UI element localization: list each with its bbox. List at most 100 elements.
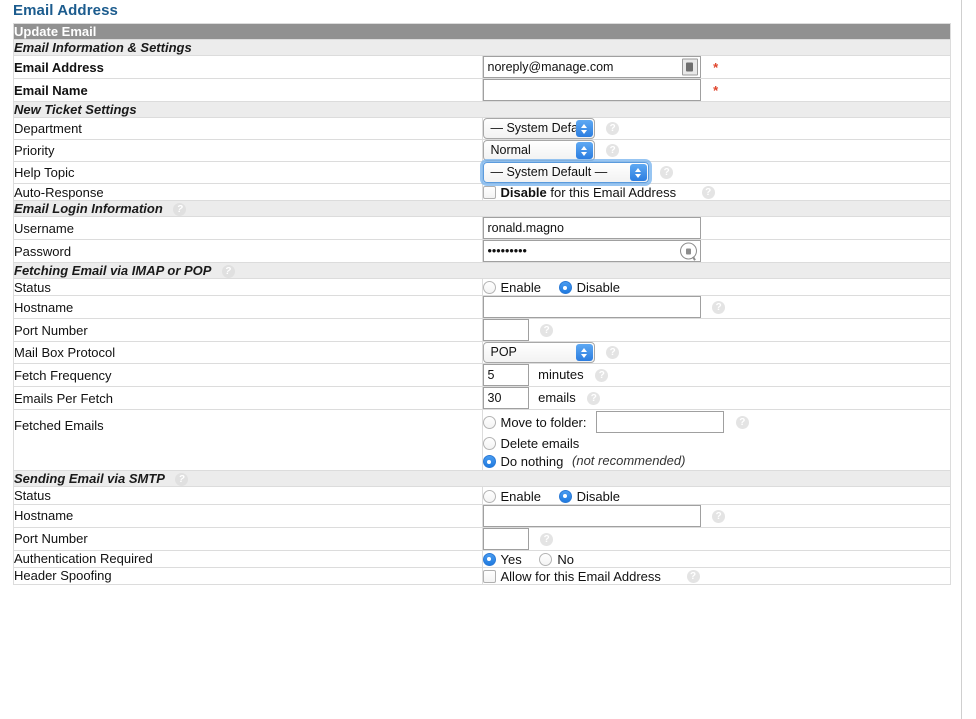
fetched-emails-radio-group: Move to folder: ? Delete emails Do nothi… <box>482 410 951 470</box>
fetched-emails-nothing-option[interactable]: Do nothing (not recommended) <box>482 452 951 470</box>
header-spoofing-checkbox-group[interactable]: Allow for this Email Address <box>482 569 675 584</box>
section-fetching-email: Fetching Email via IMAP or POP ? <box>13 262 951 280</box>
chevron-updown-icon <box>629 164 647 181</box>
fetched-emails-delete-radio[interactable] <box>482 437 496 451</box>
help-icon[interactable]: ? <box>606 122 620 135</box>
row-fetched-emails: Fetched Emails Move to folder: ? Delete … <box>13 409 951 472</box>
help-icon[interactable]: ? <box>595 369 609 383</box>
fetch-frequency-input[interactable] <box>482 364 529 387</box>
fetch-status-disable-label: Disable <box>576 280 620 296</box>
help-icon[interactable]: ? <box>712 301 726 315</box>
fetched-emails-nothing-radio[interactable] <box>482 455 496 469</box>
row-help-topic: Help Topic — System Default — ? <box>13 161 951 184</box>
fetch-frequency-unit: minutes <box>538 367 584 383</box>
fetch-status-enable-label: Enable <box>500 280 541 296</box>
username-input[interactable] <box>482 217 701 240</box>
row-smtp-status: Status Enable Disable <box>13 486 951 505</box>
auto-response-text-bold: Disable <box>500 185 547 201</box>
mailbox-protocol-select[interactable]: POP <box>482 342 595 364</box>
help-icon[interactable]: ? <box>175 473 189 487</box>
fetched-emails-delete-option[interactable]: Delete emails <box>482 434 951 452</box>
fetch-status-disable-radio[interactable] <box>558 281 572 295</box>
help-icon[interactable]: ? <box>221 265 235 279</box>
email-name-input[interactable] <box>482 79 701 101</box>
section-sending-email-smtp: Sending Email via SMTP ? <box>13 470 951 488</box>
password-input[interactable] <box>482 240 701 263</box>
auth-required-no-option[interactable]: No <box>539 552 588 567</box>
contact-card-icon[interactable] <box>681 58 698 76</box>
section-email-information: Email Information & Settings <box>13 39 951 56</box>
email-address-input[interactable] <box>482 56 701 78</box>
section-email-login-information: Email Login Information ? <box>13 200 951 218</box>
smtp-status-enable-option[interactable]: Enable <box>482 489 555 504</box>
section-new-ticket-settings-label: New Ticket Settings <box>14 102 137 117</box>
section-new-ticket-settings: New Ticket Settings <box>13 101 951 118</box>
section-email-information-label: Email Information & Settings <box>14 40 192 55</box>
email-address-page: Email Address Update Email Email Informa… <box>0 0 962 719</box>
help-icon[interactable]: ? <box>173 203 187 217</box>
emails-per-fetch-input[interactable] <box>482 387 529 410</box>
fetch-status-enable-radio[interactable] <box>482 281 496 295</box>
auth-required-yes-radio[interactable] <box>482 552 496 566</box>
fetch-status-enable-option[interactable]: Enable <box>482 280 555 296</box>
help-icon[interactable]: ? <box>587 392 601 406</box>
smtp-status-enable-radio[interactable] <box>482 489 496 503</box>
section-fetching-email-label: Fetching Email via IMAP or POP <box>14 263 211 279</box>
help-icon[interactable]: ? <box>701 186 715 200</box>
auth-required-no-label: No <box>557 551 574 567</box>
fetch-hostname-input[interactable] <box>482 296 701 319</box>
fetch-port-input[interactable] <box>482 319 529 342</box>
help-icon[interactable]: ? <box>606 144 620 157</box>
username-label: Username <box>13 216 483 241</box>
smtp-status-disable-label: Disable <box>576 488 620 504</box>
auth-required-no-radio[interactable] <box>539 552 553 566</box>
move-to-folder-input[interactable] <box>596 411 725 434</box>
row-email-name: Email Name * <box>13 78 951 102</box>
fetched-emails-move-option[interactable]: Move to folder: ? <box>482 410 951 434</box>
auto-response-checkbox[interactable] <box>482 186 496 200</box>
panel-header-label: Update Email <box>14 24 97 39</box>
smtp-status-disable-radio[interactable] <box>558 489 572 503</box>
smtp-port-input[interactable] <box>482 527 529 550</box>
update-email-form: Update Email Email Information & Setting… <box>13 23 951 585</box>
fetch-status-label: Status <box>13 278 483 297</box>
chevron-updown-icon <box>575 142 593 159</box>
header-spoofing-checkbox[interactable] <box>482 569 496 583</box>
help-icon[interactable]: ? <box>660 166 674 179</box>
department-select[interactable]: — System Default — <box>482 118 595 139</box>
row-priority: Priority Normal ? <box>13 139 951 162</box>
email-name-label: Email Name <box>13 78 483 102</box>
help-icon[interactable]: ? <box>540 532 554 546</box>
email-name-required-marker: * <box>713 83 719 99</box>
help-icon[interactable]: ? <box>606 346 620 360</box>
row-email-address: Email Address * <box>13 55 951 79</box>
help-icon[interactable]: ? <box>735 416 749 430</box>
chevron-updown-icon <box>575 120 593 137</box>
help-icon[interactable]: ? <box>686 569 700 583</box>
mailbox-protocol-label: Mail Box Protocol <box>13 341 483 365</box>
emails-per-fetch-label: Emails Per Fetch <box>13 386 483 411</box>
auth-required-yes-option[interactable]: Yes <box>482 552 536 567</box>
row-smtp-hostname: Hostname ? <box>13 503 951 528</box>
row-fetch-port: Port Number ? <box>13 318 951 343</box>
smtp-hostname-input[interactable] <box>482 504 701 527</box>
password-input-wrap <box>482 240 701 263</box>
row-auto-response: Auto-Response Disable for this Email Add… <box>13 182 951 202</box>
help-icon[interactable]: ? <box>540 324 554 338</box>
help-topic-select[interactable]: — System Default — <box>482 162 649 183</box>
smtp-status-label: Status <box>13 486 483 505</box>
row-fetch-status: Status Enable Disable <box>13 278 951 297</box>
row-mailbox-protocol: Mail Box Protocol POP ? <box>13 341 951 365</box>
authentication-required-label: Authentication Required <box>13 549 483 568</box>
priority-select[interactable]: Normal <box>482 140 595 161</box>
email-address-label: Email Address <box>13 55 483 79</box>
chevron-updown-icon <box>575 344 593 362</box>
auto-response-checkbox-group[interactable]: Disable for this Email Address <box>482 185 691 201</box>
row-smtp-port: Port Number ? <box>13 526 951 551</box>
help-icon[interactable]: ? <box>712 509 726 523</box>
fetch-status-disable-option[interactable]: Disable <box>558 280 634 296</box>
key-icon[interactable] <box>679 242 697 260</box>
fetched-emails-move-radio[interactable] <box>482 416 496 430</box>
row-password: Password <box>13 239 951 264</box>
smtp-status-disable-option[interactable]: Disable <box>558 488 634 504</box>
